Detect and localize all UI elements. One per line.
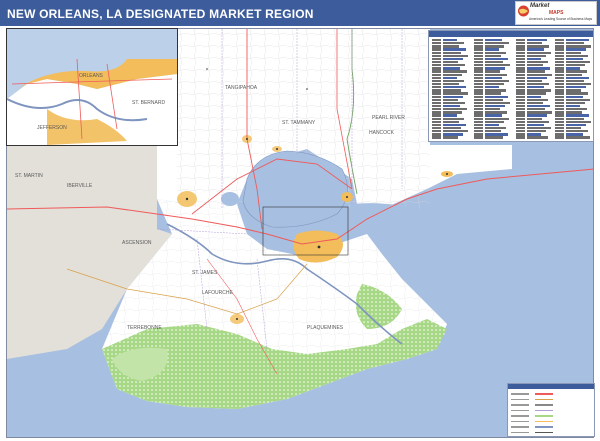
zip-table-column [555,39,593,140]
legend-item [511,414,561,417]
place-label: TANGIPAHOA [225,85,258,91]
zip-table-row [555,136,593,139]
place-label: ST. MARTIN [15,173,43,179]
legend-label-placeholder [511,409,529,411]
legend-item [511,425,561,428]
legend-symbol [535,426,553,428]
place-label: LAFOURCHE [202,290,234,296]
inset-place-label: JEFFERSON [37,125,67,131]
legend-symbol [535,431,553,433]
legend-symbol [535,420,553,422]
place-label: IBERVILLE [67,183,93,189]
legend-label-placeholder [511,404,529,406]
zip-table-row [432,136,470,139]
lake-borgne [352,203,420,239]
map-page: NEW ORLEANS, LA DESIGNATED MARKET REGION… [0,0,600,441]
brand-name: Market [530,3,550,9]
legend-symbol [535,409,553,411]
legend-item [511,403,561,406]
inset-place-label: ST. BERNARD [132,100,165,106]
zip-table-column [432,39,470,140]
legend-item [511,431,561,434]
place-label: ST. JAMES [192,270,218,276]
legend-label-placeholder [511,398,529,400]
legend-item [511,392,561,395]
legend-item [511,409,561,412]
brand-name-accent: MAPS [549,10,564,16]
zip-table-row [474,136,512,139]
legend-item [511,398,561,401]
map-legend [507,383,595,437]
inset-canvas: ORLEANS JEFFERSON ST. BERNARD [7,29,177,145]
zip-code-table [428,30,594,142]
place-label: PLAQUEMINES [307,325,344,331]
legend-label-placeholder [511,415,529,417]
brand-tagline: America's Leading Source of Business Map… [529,17,593,21]
inset-place-label: ORLEANS [79,73,104,79]
zip-table-row [516,136,554,139]
zip-table-column [474,39,512,140]
legend-item [511,420,561,423]
lake-maurepas [221,192,239,206]
zip-table-header [429,31,593,37]
legend-symbol [535,404,553,406]
legend-header [508,384,594,389]
zip-table-column [516,39,554,140]
legend-label-placeholder [511,426,529,428]
legend-label-placeholder [511,420,529,422]
legend-symbol [535,415,553,417]
place-label: PEARL RIVER [372,115,405,121]
place-label: HANCOCK [369,130,395,136]
place-label: ST. TAMMANY [282,120,316,126]
map-title: NEW ORLEANS, LA DESIGNATED MARKET REGION [7,7,314,21]
legend-label-placeholder [511,393,529,395]
title-bar: NEW ORLEANS, LA DESIGNATED MARKET REGION… [0,0,600,26]
brand-logo: Market MAPS America's Leading Source of … [515,1,597,25]
legend-label-placeholder [511,431,529,433]
legend-symbol [535,398,553,400]
inset-map[interactable]: ORLEANS JEFFERSON ST. BERNARD [6,28,178,146]
place-label: TERREBONNE [127,325,162,331]
place-label: ASCENSION [122,240,152,246]
legend-symbol [535,393,553,395]
